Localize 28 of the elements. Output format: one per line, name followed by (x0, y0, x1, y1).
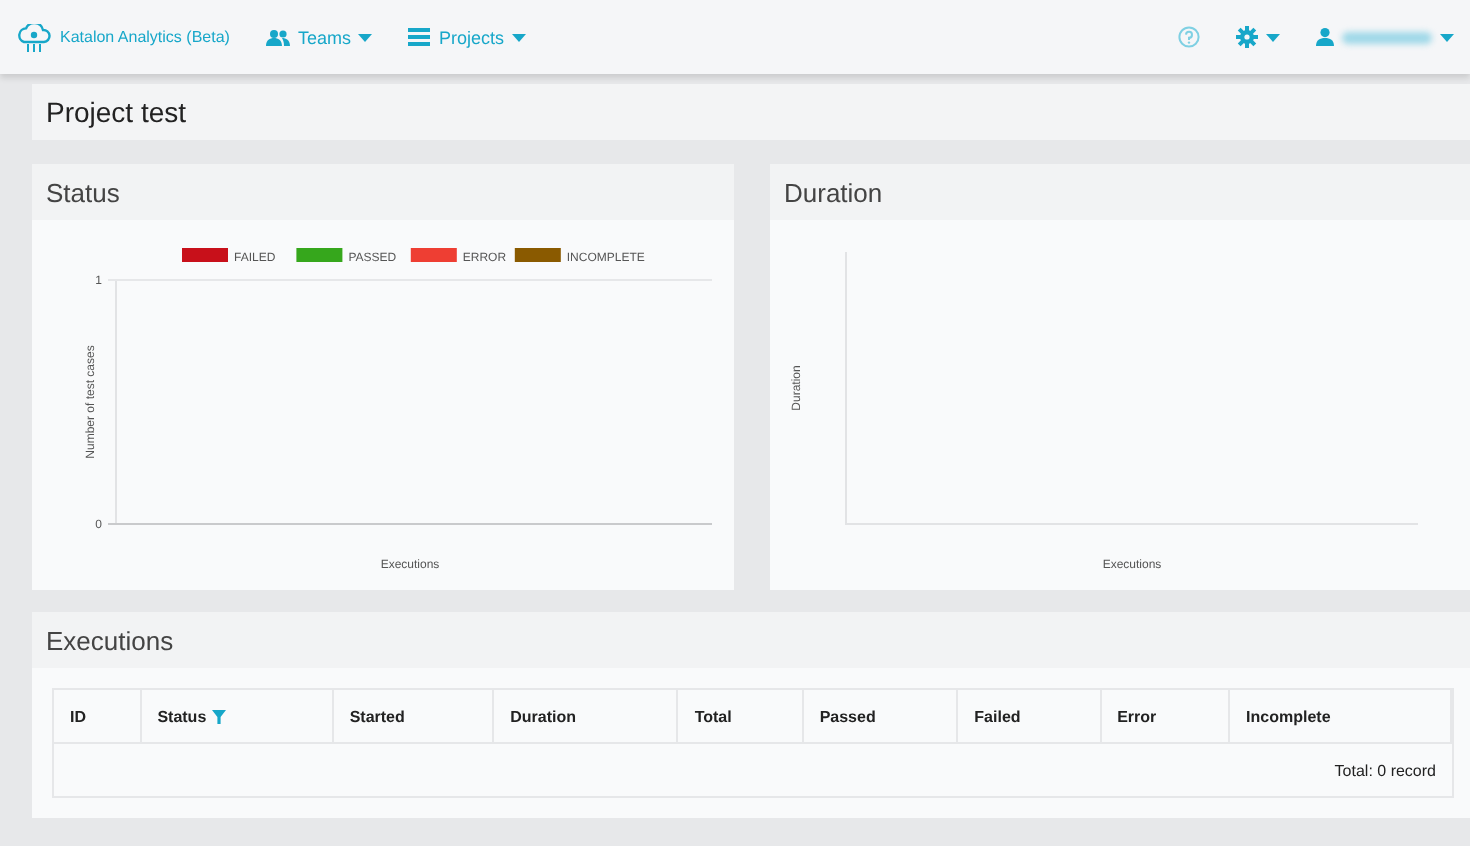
column-header[interactable]: Error (1101, 690, 1231, 742)
card-title: Status (32, 164, 734, 220)
column-header[interactable]: Passed (803, 690, 959, 742)
menu-icon (408, 28, 431, 46)
people-icon (265, 29, 290, 45)
caret-icon (358, 33, 373, 41)
column-header[interactable]: Total (678, 690, 804, 742)
filter-icon[interactable] (212, 709, 227, 723)
user-menu[interactable] (1316, 28, 1454, 46)
column-header[interactable]: Started (333, 690, 495, 742)
help-icon[interactable] (1178, 26, 1200, 48)
user-icon (1316, 28, 1334, 46)
settings-menu[interactable] (1236, 26, 1280, 48)
caret-icon (1266, 33, 1280, 41)
blurred-user-name (1342, 31, 1432, 43)
caret-icon (511, 33, 526, 41)
column-header[interactable]: Incomplete (1230, 690, 1453, 742)
caret-icon (1440, 33, 1454, 41)
card-title: Duration (770, 164, 1470, 220)
card-title: Executions (32, 612, 1470, 668)
column-header[interactable]: Failed (958, 690, 1102, 742)
settings-icon (1236, 26, 1258, 48)
column-header[interactable]: Status (141, 690, 334, 742)
record-count: Total: 0 record (1334, 761, 1436, 779)
cloud-eye-icon (16, 23, 52, 51)
page-title: Project test (32, 84, 1470, 140)
column-header[interactable]: ID (54, 690, 142, 742)
column-header[interactable]: Duration (494, 690, 679, 742)
